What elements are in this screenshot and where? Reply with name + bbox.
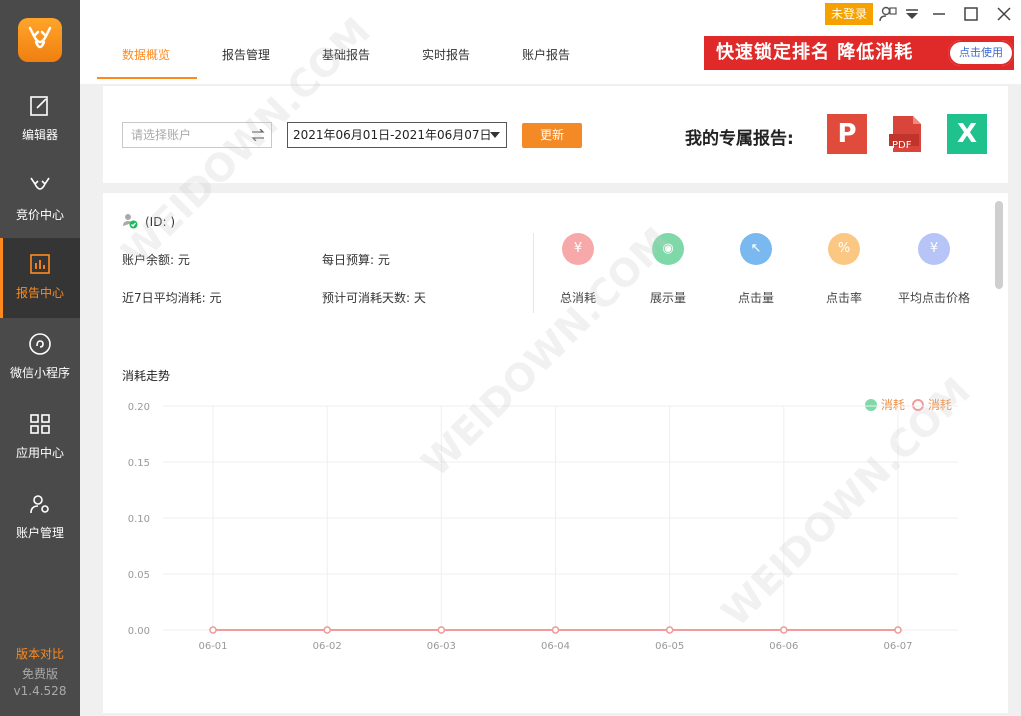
chart-title: 消耗走势	[122, 369, 171, 383]
yuan-icon: ¥	[562, 233, 594, 265]
version-compare-link[interactable]: 版本对比	[0, 645, 80, 662]
tab-realtime-reports[interactable]: 实时报告	[422, 46, 470, 63]
user-settings-icon	[30, 495, 49, 514]
app-logo	[18, 18, 62, 62]
sidebar-item-label: 编辑器	[21, 128, 58, 142]
overview-card: (ID: ) 账户余额: 元 每日预算: 元 近7日平均消耗: 元 预计可消耗天…	[103, 193, 1008, 713]
version-number: v1.4.528	[13, 684, 67, 698]
deer-logo-icon	[28, 26, 52, 49]
y-tick-label: 0.20	[128, 403, 150, 413]
sidebar-item-label: 应用中心	[15, 446, 64, 460]
metric-impressions: ◉ 展示量	[623, 233, 713, 306]
x-tick-label: 06-05	[655, 641, 684, 652]
metric-clicks: ↖ 点击量	[711, 233, 801, 306]
x-tick-label: 06-07	[883, 641, 912, 652]
account-id: (ID: )	[145, 215, 175, 229]
y-tick-label: 0.00	[128, 626, 150, 637]
tab-overview[interactable]: 数据概览	[122, 46, 170, 63]
sidebar-item-account[interactable]: 账户管理	[0, 478, 80, 558]
eye-icon: ◉	[652, 233, 684, 265]
yuan-coin-icon: ¥	[918, 233, 950, 265]
metric-label: 展示量	[649, 291, 686, 305]
active-tab-indicator	[97, 77, 197, 79]
pdf-report-icon[interactable]: PDF	[887, 114, 927, 154]
sidebar-item-label: 微信小程序	[9, 366, 70, 380]
days-remaining: 预计可消耗天数: 天	[322, 291, 426, 305]
metric-label: 点击率	[825, 291, 862, 305]
update-button[interactable]: 更新	[522, 123, 582, 148]
tab-report-management[interactable]: 报告管理	[222, 46, 270, 63]
y-tick-label: 0.10	[128, 514, 150, 525]
minimize-icon[interactable]	[929, 4, 949, 24]
account-balance: 账户余额: 元	[122, 253, 190, 267]
sidebar-item-miniprogram[interactable]: 微信小程序	[0, 318, 80, 398]
ppt-report-icon[interactable]: P	[827, 114, 867, 154]
tab-basic-reports[interactable]: 基础报告	[322, 46, 370, 63]
y-tick-label: 0.05	[128, 570, 150, 581]
close-icon[interactable]	[994, 4, 1014, 24]
data-point	[437, 626, 446, 634]
data-point	[551, 626, 560, 634]
tab-account-reports[interactable]: 账户报告	[522, 46, 570, 63]
x-tick-label: 06-02	[313, 641, 342, 652]
deer-icon	[30, 177, 50, 190]
swap-icon	[251, 129, 265, 141]
verified-user-icon	[123, 214, 138, 229]
metric-label: 点击量	[737, 291, 774, 305]
x-tick-label: 06-03	[427, 641, 456, 652]
edition-label: 免费版	[21, 667, 58, 681]
login-button[interactable]: 未登录	[825, 3, 873, 25]
top-bar: 数据概览 报告管理 基础报告 实时报告 账户报告 未登录 快速锁定排名 降低消耗…	[80, 0, 1021, 84]
data-point	[209, 626, 217, 634]
filter-card: 请选择账户 2021年06月01日-2021年06月07日 更新 我的专属报告:…	[103, 86, 1008, 183]
sidebar-item-reports[interactable]: 报告中心	[0, 238, 80, 318]
percent-icon: %	[828, 233, 860, 265]
metric-label: 总消耗	[559, 291, 596, 305]
date-range-select[interactable]: 2021年06月01日-2021年06月07日	[287, 122, 507, 148]
mini-program-icon	[29, 333, 51, 355]
sidebar-item-apps[interactable]: 应用中心	[0, 398, 80, 478]
x-tick-label: 06-06	[769, 641, 798, 652]
sidebar-item-label: 账户管理	[15, 526, 64, 540]
user-switch-icon[interactable]	[878, 4, 898, 24]
account-select[interactable]: 请选择账户	[122, 122, 272, 148]
spend-trend-chart: 0.20 0.15 0.10 0.05 0.00 06-01 06-02 06-03 06-04…	[128, 403, 958, 652]
bar-chart-icon	[30, 254, 50, 274]
x-tick-label: 06-01	[198, 641, 227, 652]
edit-icon	[30, 96, 48, 116]
chevron-down-icon	[490, 132, 500, 138]
avg-7day-spend: 近7日平均消耗: 元	[122, 291, 222, 305]
excel-report-icon[interactable]: X	[947, 114, 987, 154]
metric-total-spend: ¥ 总消耗	[533, 233, 623, 306]
sidebar-item-label: 竞价中心	[15, 208, 64, 222]
y-tick-label: 0.15	[128, 458, 150, 469]
sidebar-item-bidding[interactable]: 竞价中心	[0, 160, 80, 240]
data-point	[780, 626, 788, 634]
account-select-placeholder: 请选择账户	[131, 128, 192, 142]
vertical-scrollbar[interactable]	[995, 201, 1003, 289]
dropdown-menu-icon[interactable]	[902, 4, 922, 24]
metric-ctr: % 点击率	[799, 233, 889, 306]
exclusive-report-title: 我的专属报告:	[685, 129, 794, 149]
maximize-icon[interactable]	[961, 4, 981, 24]
sidebar: 编辑器 竞价中心 报告中心 微信小程序 应用中心 账户管理 版本对比 免费版 v…	[0, 0, 80, 716]
daily-budget: 每日预算: 元	[322, 253, 390, 267]
metric-label: 平均点击价格	[897, 291, 970, 305]
data-point	[665, 626, 674, 634]
pdf-label: PDF	[892, 140, 912, 151]
grid-icon	[30, 414, 50, 434]
data-point	[323, 626, 331, 634]
promo-use-button[interactable]: 点击使用	[948, 40, 1014, 66]
sidebar-item-editor[interactable]: 编辑器	[0, 80, 80, 160]
data-point	[894, 626, 902, 634]
date-range-value: 2021年06月01日-2021年06月07日	[293, 128, 492, 142]
metric-avg-cpc: ¥ 平均点击价格	[889, 233, 979, 306]
sidebar-item-label: 报告中心	[15, 286, 64, 300]
cursor-icon: ↖	[740, 233, 772, 265]
x-tick-label: 06-04	[541, 641, 570, 652]
